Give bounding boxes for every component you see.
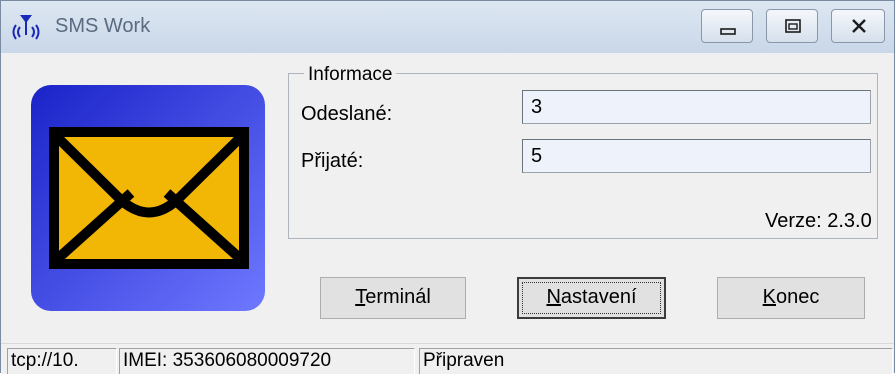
antenna-icon xyxy=(11,13,41,43)
sent-label: Odeslané: xyxy=(301,103,393,125)
info-legend: Informace xyxy=(304,64,397,86)
status-state: Připraven xyxy=(419,348,893,374)
client-area: Informace Odeslané: 3 Přijaté: 5 Verze: … xyxy=(1,53,894,343)
settings-button[interactable]: Nastavení xyxy=(517,277,666,319)
window-title: SMS Work xyxy=(55,15,151,37)
version-label: Verze: 2.3.0 xyxy=(765,210,872,232)
minimize-icon xyxy=(720,28,736,35)
sent-count-field[interactable]: 3 xyxy=(522,90,871,124)
status-imei: IMEI: 353606080009720 xyxy=(119,348,415,374)
envelope-icon xyxy=(31,85,265,311)
restore-button[interactable] xyxy=(766,9,818,43)
received-count-field[interactable]: 5 xyxy=(522,139,871,173)
restore-icon xyxy=(785,19,801,33)
received-label: Přijaté: xyxy=(301,150,364,172)
settings-button-label: astavení xyxy=(560,286,637,308)
close-icon xyxy=(852,19,866,33)
exit-button[interactable]: Konec xyxy=(717,277,865,319)
exit-access-key: K xyxy=(762,286,776,308)
close-button[interactable] xyxy=(831,9,885,43)
status-connection: tcp://10. xyxy=(7,348,117,374)
terminal-access-key: T xyxy=(355,286,366,308)
status-bar: tcp://10. IMEI: 353606080009720 Připrave… xyxy=(1,343,894,374)
terminal-button[interactable]: Terminál xyxy=(320,277,466,319)
main-window: SMS Work Informace Odeslané: 3 Přijaté: … xyxy=(0,0,895,374)
minimize-button[interactable] xyxy=(701,9,753,43)
title-bar[interactable]: SMS Work xyxy=(1,1,894,53)
terminal-button-label: erminál xyxy=(365,286,431,308)
exit-button-label: onec xyxy=(775,286,820,308)
settings-access-key: N xyxy=(546,286,561,308)
